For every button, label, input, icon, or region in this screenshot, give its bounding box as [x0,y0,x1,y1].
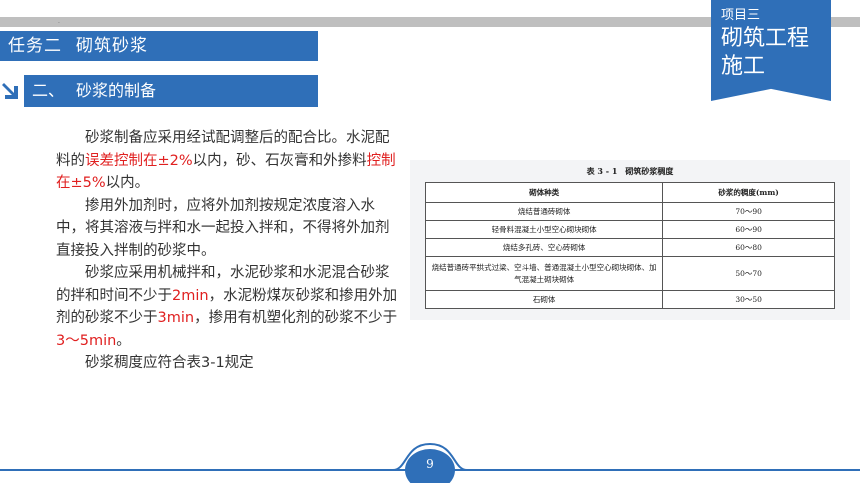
table-row: 烧结普通砖平拱式过梁、空斗墙、普通混凝土小型空心砌块砌体、加气混凝土砌块砌体 5… [424,256,835,291]
table-cell: 60～80 [662,238,835,257]
table-row: 烧结普通砖砌体 70～90 [424,202,835,221]
task-header: 任务二 砌筑砂浆 [0,31,318,61]
table-row: 轻骨料混凝土小型空心砌块砌体 60～90 [424,220,835,239]
table-cell: 60～90 [662,220,835,239]
paragraph-4: 砂浆稠度应符合表3-1规定 [85,355,254,371]
section-header: 二、 砂浆的制备 [24,75,318,107]
paragraph-1: 砂浆制备应采用经试配调整后的配合比。水泥配料的误差控制在±2%以内，砂、石灰膏和… [56,127,401,195]
paragraph-3: 砂浆应采用机械拌和，水泥砂浆和水泥混合砂浆的拌和时间不少于2min，水泥粉煤灰砂… [56,262,401,352]
paragraph-2: 掺用外加剂时，应将外加剂按规定浓度溶入水中，将其溶液与拌和水一起投入拌和，不得将… [56,197,390,259]
text-span: 以内。 [105,175,150,191]
table-cell: 轻骨料混凝土小型空心砌块砌体 [424,220,664,239]
table-cell: 烧结普通砖平拱式过梁、空斗墙、普通混凝土小型空心砌块砌体、加气混凝土砌块砌体 [424,256,664,291]
section-title: 砂浆的制备 [76,81,157,100]
project-badge: 项目三 砌筑工程施工 [711,0,831,101]
consistency-table: 砌体种类 砂浆的稠度(mm) 烧结普通砖砌体 70～90 轻骨料混凝土小型空心砌… [424,182,835,309]
highlight-text: 误差控制在±2% [85,152,193,169]
table-header: 砂浆的稠度(mm) [662,182,835,203]
body-text: 砂浆制备应采用经试配调整后的配合比。水泥配料的误差控制在±2%以内，砂、石灰膏和… [56,127,401,375]
highlight-text: 2min [172,287,209,304]
page-number: 9 [426,457,434,471]
table-title: 表 3 - 1 砌筑砂浆稠度 [586,166,674,176]
table-row: 石砌体 30～50 [424,290,835,309]
decorative-dot: · [58,20,60,27]
project-title: 砌筑工程施工 [721,26,810,79]
table-cell: 石砌体 [424,290,664,309]
highlight-text: 3～5min [56,332,117,349]
text-span: 以内，砂、石灰膏和外掺料 [192,152,367,169]
project-label: 项目三 [721,8,761,23]
table-cell: 烧结多孔砖、空心砖砌体 [424,238,664,257]
table-row: 烧结多孔砖、空心砖砌体 60～80 [424,238,835,257]
table-cell: 70～90 [662,202,835,221]
task-title: 砌筑砂浆 [76,36,148,56]
text-span: 。 [116,332,131,349]
arrow-icon [2,83,18,99]
table-header: 砌体种类 [424,182,664,203]
highlight-text: 3min [157,310,195,326]
table-cell: 30～50 [662,290,835,309]
consistency-table-figure: 表 3 - 1 砌筑砂浆稠度 砌体种类 砂浆的稠度(mm) 烧结普通砖砌体 70… [410,160,850,320]
table-cell: 烧结普通砖砌体 [424,202,664,221]
task-label: 任务二 [8,36,62,56]
text-span: ，掺用有机塑化剂的砂浆不少于 [194,310,398,326]
table-cell: 50～70 [662,256,835,291]
table-header-row: 砌体种类 砂浆的稠度(mm) [424,182,835,203]
section-number: 二、 [32,81,65,100]
